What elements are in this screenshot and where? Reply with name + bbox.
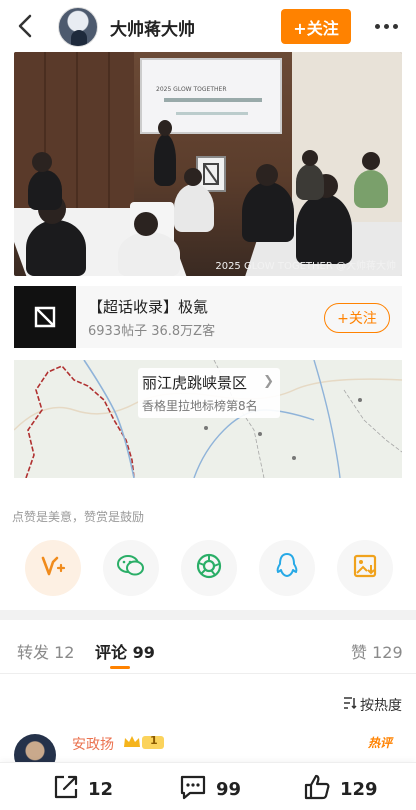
fan-level-badge[interactable]: 1 — [122, 733, 166, 751]
author-name[interactable]: 大帅蒋大帅 — [110, 15, 195, 40]
save-image-button[interactable] — [337, 540, 393, 596]
repost-icon — [52, 773, 80, 806]
hot-comment-tag: 热评 — [368, 736, 393, 750]
zeekr-logo-icon — [14, 286, 76, 348]
tab-comments-count: 99 — [132, 643, 155, 662]
comment-count: 99 — [216, 779, 242, 800]
like-action[interactable]: 129 — [302, 773, 378, 806]
chevron-right-icon: ❯ — [263, 374, 274, 389]
comment-action[interactable]: 99 — [178, 773, 241, 806]
tab-reposts-count: 12 — [54, 643, 75, 662]
speaker-figure — [154, 134, 176, 186]
location-label[interactable]: 丽江虎跳峡景区 ❯ 香格里拉地标榜第8名 — [138, 368, 280, 418]
location-name: 丽江虎跳峡景区 — [142, 374, 248, 392]
back-arrow-icon[interactable] — [10, 10, 40, 42]
fan-level-number: 1 — [150, 734, 158, 747]
repost-count: 12 — [88, 779, 114, 800]
commenter-name[interactable]: 安政扬 — [72, 734, 114, 754]
sort-by-hot-button[interactable]: 按热度 — [343, 695, 402, 715]
screen-text: 2025 GLOW TOGETHER — [156, 86, 227, 93]
topic-title: 【超话收录】极氪 — [88, 298, 209, 316]
like-count: 129 — [340, 779, 378, 800]
repost-action[interactable]: 12 — [52, 773, 113, 806]
comment-icon — [178, 773, 208, 806]
more-options-icon[interactable] — [368, 14, 404, 38]
topic-stats: 6933帖子 36.8万Z客 — [88, 324, 216, 339]
share-wechat-button[interactable] — [103, 540, 159, 596]
post-image[interactable]: 2025 GLOW TOGETHER 2025 GLOW TOGETHER @大… — [14, 52, 402, 276]
topic-follow-button[interactable]: +关注 — [324, 303, 390, 333]
tab-likes-label: 赞 — [351, 643, 368, 662]
tab-reposts-label: 转发 — [17, 643, 50, 662]
follow-button[interactable]: +关注 — [281, 9, 351, 44]
tab-likes[interactable]: 赞 129 — [351, 639, 403, 663]
thumbs-up-icon — [302, 773, 332, 806]
image-watermark: 2025 GLOW TOGETHER @大帅蒋大帅 — [215, 261, 396, 272]
reward-prompt: 点赞是美意，赞赏是鼓励 — [12, 510, 145, 524]
vplus-button[interactable] — [25, 540, 81, 596]
tab-comments-label: 评论 — [95, 643, 128, 662]
author-avatar[interactable] — [58, 7, 98, 47]
tab-likes-count: 129 — [372, 643, 403, 662]
save-image-icon — [352, 553, 378, 583]
location-ranking: 香格里拉地标榜第8名 — [142, 399, 258, 413]
tab-comments[interactable]: 评论 99 — [95, 639, 155, 663]
wechat-icon — [116, 553, 146, 583]
section-gap — [0, 610, 416, 620]
qq-icon — [275, 552, 299, 584]
vplus-icon — [40, 553, 66, 583]
moments-icon — [195, 552, 223, 584]
tabs-divider — [0, 673, 416, 674]
share-moments-button[interactable] — [181, 540, 237, 596]
sort-label: 按热度 — [360, 698, 402, 714]
post-header: 大帅蒋大帅 +关注 — [0, 0, 416, 52]
super-topic-card[interactable]: 【超话收录】极氪 6933帖子 36.8万Z客 +关注 — [14, 286, 402, 348]
location-map-card[interactable]: 丽江虎跳峡景区 ❯ 香格里拉地标榜第8名 — [14, 360, 402, 478]
sort-icon — [343, 696, 357, 714]
bottom-action-bar: 12 99 129 — [0, 762, 416, 810]
active-tab-indicator — [110, 666, 130, 669]
weibo-post-page: 大帅蒋大帅 +关注 2025 GLOW TOGETHER 2025 GLOW T… — [0, 0, 416, 810]
share-qq-button[interactable] — [259, 540, 315, 596]
tab-reposts[interactable]: 转发 12 — [17, 639, 74, 663]
